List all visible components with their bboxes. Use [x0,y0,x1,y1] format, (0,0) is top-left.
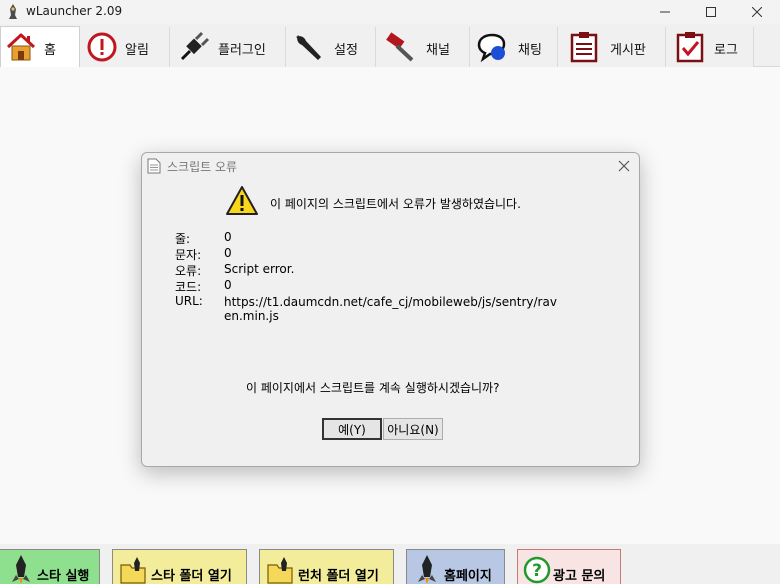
open-star-folder-label: 스타 폴더 열기 [151,569,232,584]
rocket-icon [12,555,30,584]
line-value: 0 [224,230,232,244]
tab-chat[interactable]: 채팅 [470,27,558,67]
window-title: wLauncher 2.09 [26,4,123,18]
app-logo-icon [9,4,17,19]
folder-icon [267,557,293,584]
ad-inquiry-button[interactable]: ? 광고 문의 [517,549,621,584]
tab-log-label: 로그 [714,43,738,58]
title-bar: wLauncher 2.09 [0,0,780,24]
warning-icon [226,186,258,215]
dialog-title-bar: 스크립트 오류 [142,153,639,179]
homepage-label: 홈페이지 [444,569,492,584]
document-icon [147,158,161,174]
run-starcraft-label: 스타 실행 [37,569,90,584]
tab-chat-label: 채팅 [518,43,542,58]
error-value: Script error. [224,262,295,276]
dialog-close-icon[interactable] [614,157,634,175]
code-value: 0 [224,278,232,292]
board-icon [570,32,598,63]
tab-settings[interactable]: 설정 [286,27,376,67]
char-label: 문자: [175,248,202,262]
url-label: URL: [175,294,203,308]
hammer-icon [386,32,414,62]
tab-board-label: 게시판 [610,43,646,58]
tab-channel[interactable]: 채널 [376,27,470,67]
continue-question: 이 페이지에서 스크립트를 계속 실행하시겠습니까? [246,381,500,395]
tab-plugins[interactable]: 플러그인 [170,27,286,67]
run-starcraft-button[interactable]: 스타 실행 [0,549,100,584]
error-label: 오류: [175,264,202,278]
svg-text:?: ? [532,561,542,581]
open-launcher-folder-label: 런처 폴더 열기 [298,569,379,584]
bottom-action-bar: 스타 실행 스타 폴더 열기 런처 폴더 열기 홈페이지 ? 광고 문의 [0,544,780,584]
open-launcher-folder-button[interactable]: 런처 폴더 열기 [259,549,394,584]
line-label: 줄: [175,232,191,246]
alert-icon [87,32,117,62]
log-icon [676,32,704,63]
wrench-icon [296,35,321,60]
maximize-icon [706,7,716,17]
tab-plugins-label: 플러그인 [218,43,266,58]
tab-alerts[interactable]: 알림 [80,27,170,67]
tab-home[interactable]: 홈 [0,26,80,67]
folder-icon [120,557,146,584]
code-label: 코드: [175,280,202,294]
question-icon: ? [523,556,551,584]
home-icon [6,33,36,61]
tab-channel-label: 채널 [426,43,450,58]
dialog-title: 스크립트 오류 [167,160,238,174]
tab-home-label: 홈 [44,43,56,58]
error-message: 이 페이지의 스크립트에서 오류가 발생하였습니다. [270,197,521,211]
minimize-button[interactable] [642,0,688,24]
tab-log[interactable]: 로그 [666,27,754,67]
plug-icon [180,31,210,61]
tab-bar: 홈 알림 플러그인 설정 채널 채팅 게시판 로그 [0,24,780,67]
chat-icon [477,33,506,63]
tab-board[interactable]: 게시판 [558,27,666,67]
minimize-icon [660,11,670,13]
script-error-dialog: 스크립트 오류 이 페이지의 스크립트에서 오류가 발생하였습니다. 줄: 0 … [141,152,640,467]
rocket-icon [418,555,436,584]
close-icon [752,7,762,17]
url-value: https://t1.daumcdn.net/cafe_cj/mobileweb… [224,295,557,323]
close-window-button[interactable] [734,0,780,24]
char-value: 0 [224,246,232,260]
ad-inquiry-label: 광고 문의 [553,569,606,584]
homepage-button[interactable]: 홈페이지 [406,549,505,584]
tab-alerts-label: 알림 [125,43,149,58]
open-star-folder-button[interactable]: 스타 폴더 열기 [112,549,247,584]
maximize-button[interactable] [688,0,734,24]
no-button[interactable]: 아니요(N) [383,418,443,440]
tab-settings-label: 설정 [334,43,358,58]
yes-button[interactable]: 예(Y) [322,418,382,440]
